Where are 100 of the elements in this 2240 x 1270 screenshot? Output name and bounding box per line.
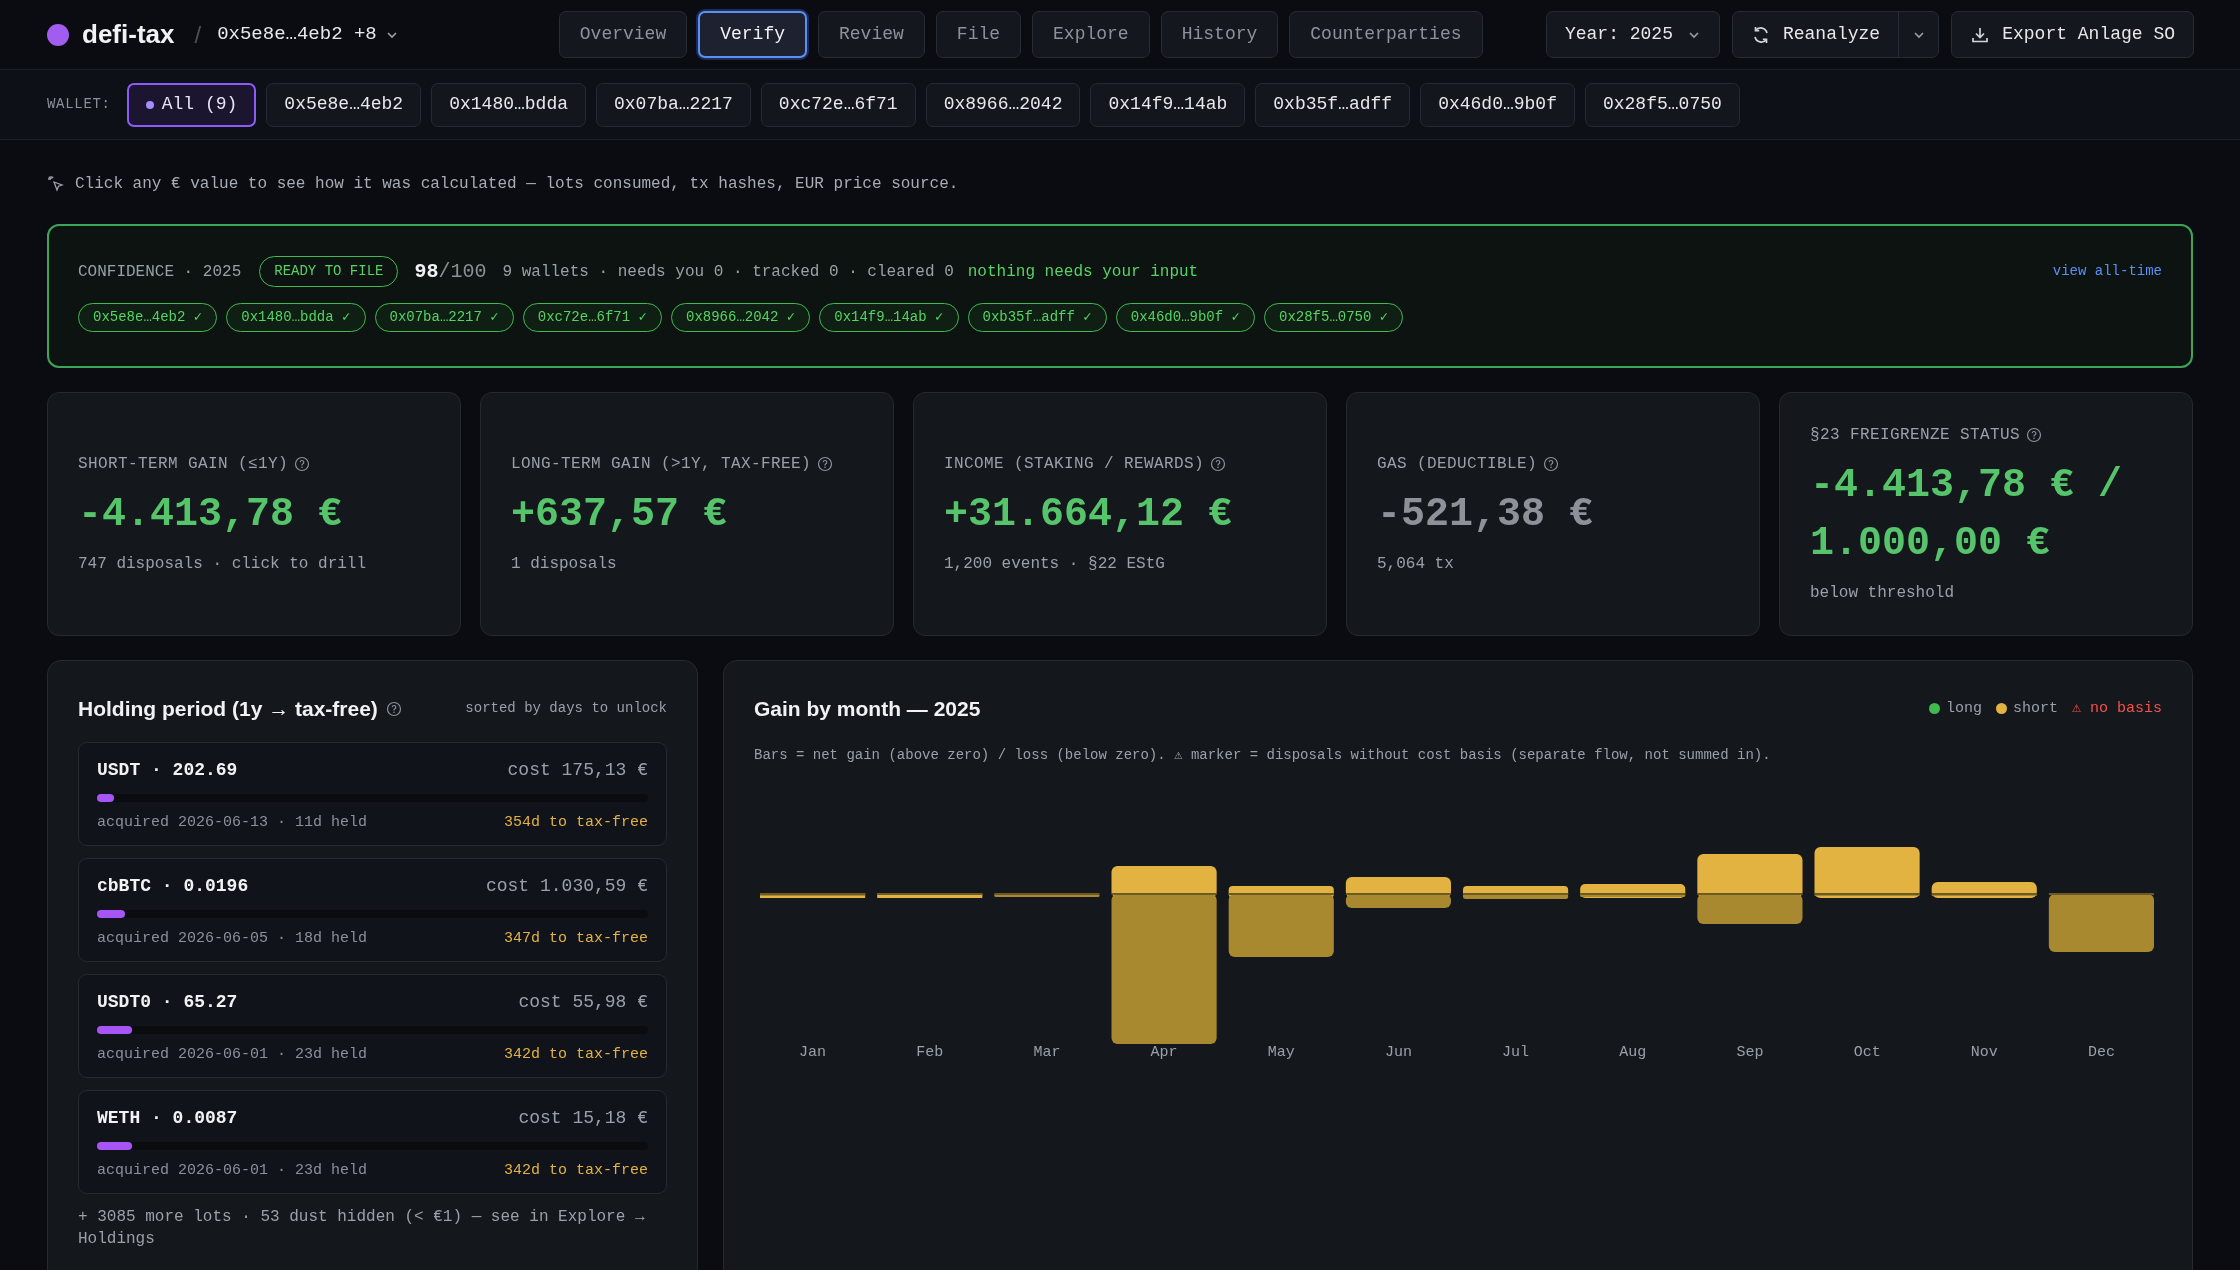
month-bar[interactable] (1931, 881, 2037, 898)
nav-tab[interactable]: Explore (1032, 11, 1150, 58)
wallet-chip[interactable]: 0x14f9…14ab (1090, 82, 1246, 127)
month-bar[interactable] (1697, 853, 1803, 924)
lot-asset: USDT0 · 65.27 (97, 990, 238, 1014)
lot-asset: cbBTC · 0.0196 (97, 874, 249, 898)
month-bar[interactable] (1580, 883, 1686, 898)
month-label: Nov (1970, 1042, 1998, 1063)
wallet-check-chip: 0x14f9…14ab ✓ (819, 303, 959, 332)
wallet-check-chip: 0x46d0…9b0f ✓ (1115, 303, 1255, 332)
wallet-selector[interactable]: 0x5e8e…4eb2 +8 (217, 20, 399, 49)
wallet-chip[interactable]: 0xb35f…adff (1255, 82, 1411, 127)
confidence-stats: 9 wallets · needs you 0 · tracked 0 · cleared 0 (502, 261, 954, 283)
chart-caption: Bars = net gain (above zero) / loss (below zero). ⚠ marker = disposals without cost basis (separate flow, not summed in). (754, 745, 1772, 765)
view-all-time-link[interactable]: view all-time (2052, 261, 2162, 282)
stat-label: SHORT-TERM GAIN (≤1Y) (78, 454, 289, 475)
help-icon (294, 456, 311, 472)
lot-acquired: acquired 2026-06-05 · 18d held (97, 928, 368, 949)
stat-note: 5,064 tx (1377, 554, 1455, 575)
month-bar[interactable] (1463, 885, 1569, 899)
confidence-label: CONFIDENCE · 2025 (78, 261, 242, 283)
lot-cost: cost 1.030,59 € (485, 874, 648, 898)
help-icon (2026, 427, 2043, 443)
lot-acquired: acquired 2026-06-01 · 23d held (97, 1044, 368, 1065)
legend-label: ⚠ no basis (2071, 698, 2162, 719)
nav-tab[interactable]: History (1160, 11, 1279, 58)
wallet-check-chip: 0x5e8e…4eb2 ✓ (78, 303, 218, 332)
stat-label: GAS (DEDUCTIBLE) (1377, 454, 1538, 475)
help-icon (817, 456, 834, 472)
month-bar[interactable] (1345, 876, 1451, 908)
lot-remaining: 342d to tax-free (503, 1044, 648, 1065)
lot-cost: cost 175,13 € (507, 758, 648, 782)
lot-asset: USDT · 202.69 (97, 758, 238, 782)
export-button[interactable]: Export Anlage SO (1951, 11, 2194, 58)
help-icon (385, 700, 402, 717)
month-label: Jul (1502, 1042, 1530, 1063)
dot-icon (145, 100, 154, 109)
month-label: Feb (916, 1042, 944, 1063)
wallet-label: WALLET: (47, 95, 111, 114)
nav-tab[interactable]: Counterparties (1289, 11, 1483, 58)
sort-note: sorted by days to unlock (465, 699, 667, 719)
stat-label: LONG-TERM GAIN (>1Y, TAX-FREE) (511, 454, 812, 475)
wallet-chip[interactable]: 0x1480…bdda (431, 82, 586, 127)
nav-tab[interactable]: Verify (698, 11, 807, 58)
logo-icon (46, 22, 70, 47)
wallet-chip[interactable]: 0xc72e…6f71 (760, 82, 916, 127)
legend-label: short (2012, 698, 2058, 719)
help-icon (1210, 456, 1227, 472)
wallet-chip[interactable]: All (9) (126, 82, 257, 127)
app-name: defi-tax (82, 18, 175, 51)
month-bar[interactable] (2048, 892, 2154, 952)
nav-tab[interactable]: Review (818, 11, 925, 58)
month-label: May (1267, 1042, 1295, 1063)
lot-asset: WETH · 0.0087 (97, 1106, 238, 1130)
stat-value: -4.413,78 € / 1.000,00 € (1810, 462, 2124, 568)
stat-label: INCOME (STAKING / REWARDS) (944, 454, 1205, 475)
lot-remaining: 342d to tax-free (503, 1160, 648, 1181)
stat-label: §23 FREIGRENZE STATUS (1810, 425, 2021, 446)
legend-label: long (1945, 698, 1982, 719)
wallet-chip[interactable]: 0x28f5…0750 (1584, 82, 1740, 127)
month-bar[interactable] (1228, 885, 1334, 957)
month-bar[interactable] (994, 892, 1100, 897)
lot-remaining: 347d to tax-free (503, 928, 648, 949)
month-bar[interactable] (760, 892, 866, 898)
lot-acquired: acquired 2026-06-01 · 23d held (97, 1160, 368, 1181)
wallet-chip[interactable]: 0x5e8e…4eb2 (266, 82, 422, 127)
month-label: Jun (1384, 1042, 1412, 1063)
nav-tab[interactable]: File (935, 11, 1022, 58)
wallet-chip[interactable]: 0x8966…2042 (925, 82, 1081, 127)
stat-value: +31.664,12 € (944, 491, 1234, 539)
wallet-check-chip: 0x1480…bdda ✓ (226, 303, 366, 332)
stat-note: below threshold (1810, 583, 1956, 604)
month-label: Oct (1853, 1042, 1881, 1063)
year-dropdown[interactable]: Year: 2025 (1545, 11, 1720, 58)
month-bar[interactable] (1814, 846, 1920, 898)
lot-remaining: 354d to tax-free (503, 812, 648, 833)
month-bar[interactable] (877, 892, 983, 898)
lot-acquired: acquired 2026-06-13 · 11d held (97, 812, 368, 833)
wallet-check-chip: 0x07ba…2217 ✓ (374, 303, 514, 332)
wallet-check-chip: 0x28f5…0750 ✓ (1264, 303, 1404, 332)
lot-cost: cost 15,18 € (518, 1106, 648, 1130)
holding-footer: + 3085 more lots · 53 dust hidden (< €1) — see in Explore → Holdings (78, 1205, 667, 1250)
help-icon (1543, 456, 1560, 472)
month-label: Aug (1619, 1042, 1647, 1063)
month-label: Apr (1150, 1042, 1178, 1063)
wallet-chip[interactable]: 0x07ba…2217 (596, 82, 751, 127)
stat-value: -4.413,78 € (78, 491, 344, 539)
stat-value: -521,38 € (1377, 491, 1595, 539)
month-label: Jan (799, 1042, 827, 1063)
nav-tab[interactable]: Overview (558, 11, 688, 58)
lot-cost: cost 55,98 € (518, 990, 648, 1014)
wallet-chip[interactable]: 0x46d0…9b0f (1420, 82, 1575, 127)
stat-value: +637,57 € (511, 491, 729, 539)
hint-text: Click any € value to see how it was calculated — lots consumed, tx hashes, EUR price source. (75, 174, 959, 195)
month-label: Sep (1736, 1042, 1764, 1063)
confidence-score: 98/100 (414, 258, 487, 285)
wallet-check-chip: 0x8966…2042 ✓ (671, 303, 811, 332)
panel-title: Gain by month — 2025 (754, 696, 981, 722)
pointer-click-icon (47, 175, 65, 193)
month-label: Mar (1033, 1042, 1061, 1063)
